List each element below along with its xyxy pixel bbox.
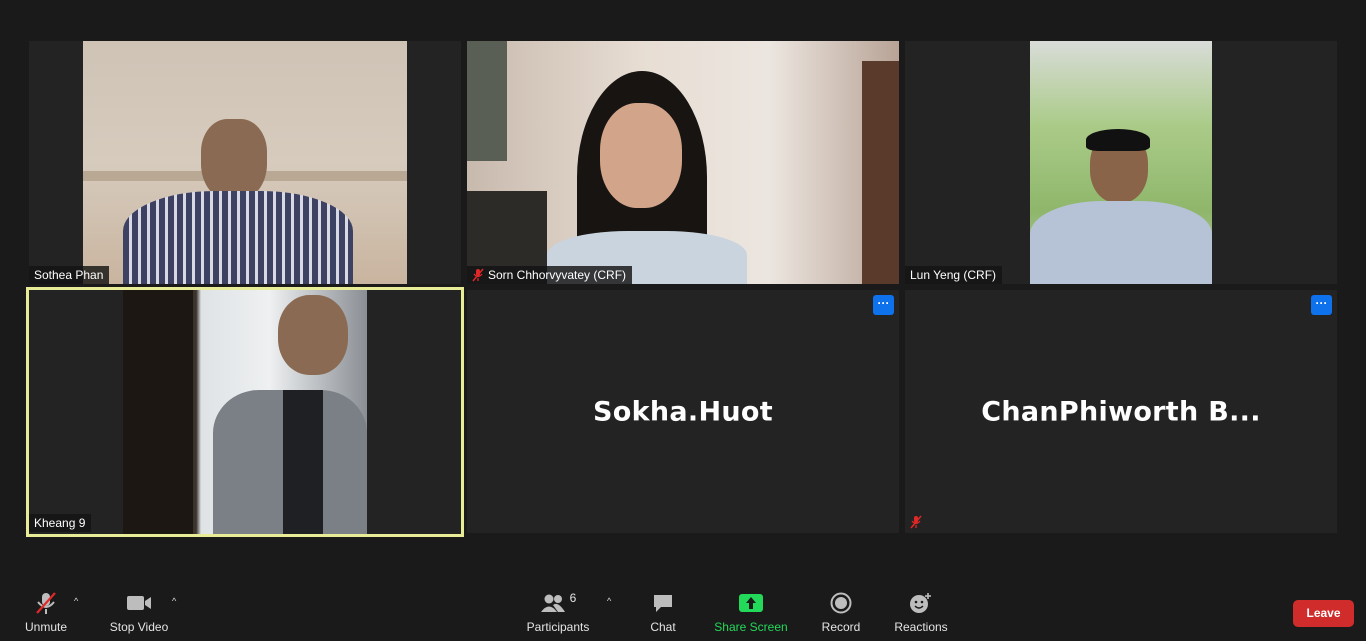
video-tile-sothea-phan[interactable]: Sothea Phan [29, 41, 461, 284]
participant-name-label: Sorn Chhorvyvatey (CRF) [467, 266, 633, 284]
participant-name-label: Kheang 9 [29, 514, 92, 532]
reactions-label: Reactions [894, 620, 948, 634]
participants-count: 6 [569, 591, 577, 605]
mic-muted-icon [909, 515, 923, 529]
video-tile-chanphiworth[interactable]: ··· ChanPhiworth B... [905, 290, 1337, 533]
record-button[interactable]: Record [818, 580, 864, 641]
tile-more-options-button[interactable]: ··· [1311, 295, 1332, 315]
video-tile-sorn-chhorvyvatey[interactable]: Sorn Chhorvyvatey (CRF) [467, 41, 899, 284]
video-tile-kheang-9[interactable]: Kheang 9 [26, 287, 464, 537]
video-feed [467, 41, 899, 284]
participant-name-label: Sothea Phan [29, 266, 110, 284]
share-screen-label: Share Screen [714, 620, 788, 634]
unmute-button[interactable]: Unmute [20, 580, 72, 641]
participant-name: Sorn Chhorvyvatey (CRF) [488, 268, 627, 282]
video-feed [123, 290, 367, 534]
reactions-button[interactable]: Reactions [892, 580, 950, 641]
video-options-caret[interactable]: ^ [172, 596, 176, 606]
unmute-label: Unmute [24, 620, 68, 634]
participant-name: Sothea Phan [34, 268, 104, 282]
participant-display-name: Sokha.Huot [593, 396, 773, 427]
chat-label: Chat [650, 620, 676, 634]
video-feed [83, 41, 407, 284]
video-tile-lun-yeng[interactable]: Lun Yeng (CRF) [905, 41, 1337, 284]
mic-muted-icon [472, 268, 484, 282]
record-icon [830, 590, 852, 616]
meeting-toolbar: Unmute ^ Stop Video ^ 6 Participants ^ C… [0, 580, 1366, 641]
video-grid: Sothea Phan Sorn Chhorvyvatey (CRF) Lun … [0, 0, 1366, 580]
record-label: Record [821, 620, 861, 634]
share-screen-button[interactable]: Share Screen [713, 580, 789, 641]
audio-options-caret[interactable]: ^ [74, 596, 78, 606]
tile-more-options-button[interactable]: ··· [873, 295, 894, 315]
chat-button[interactable]: Chat [643, 580, 683, 641]
participants-label: Participants [526, 620, 590, 634]
video-camera-icon [126, 590, 152, 616]
video-feed [1030, 41, 1212, 284]
chat-icon [652, 590, 674, 616]
participant-display-name: ChanPhiworth B... [981, 396, 1261, 427]
mic-muted-icon [34, 590, 58, 616]
stop-video-button[interactable]: Stop Video [106, 580, 172, 641]
participants-icon: 6 [540, 590, 577, 616]
participant-name: Kheang 9 [34, 516, 86, 530]
participant-name: Lun Yeng (CRF) [910, 268, 997, 282]
participants-options-caret[interactable]: ^ [607, 596, 611, 606]
participants-button[interactable]: 6 Participants [524, 580, 592, 641]
leave-button[interactable]: Leave [1293, 600, 1354, 627]
share-screen-icon [739, 590, 763, 616]
stop-video-label: Stop Video [109, 620, 169, 634]
participant-name-label: Lun Yeng (CRF) [905, 266, 1003, 284]
reactions-emoji-icon [909, 590, 933, 616]
video-tile-sokha-huot[interactable]: ··· Sokha.Huot [467, 290, 899, 533]
